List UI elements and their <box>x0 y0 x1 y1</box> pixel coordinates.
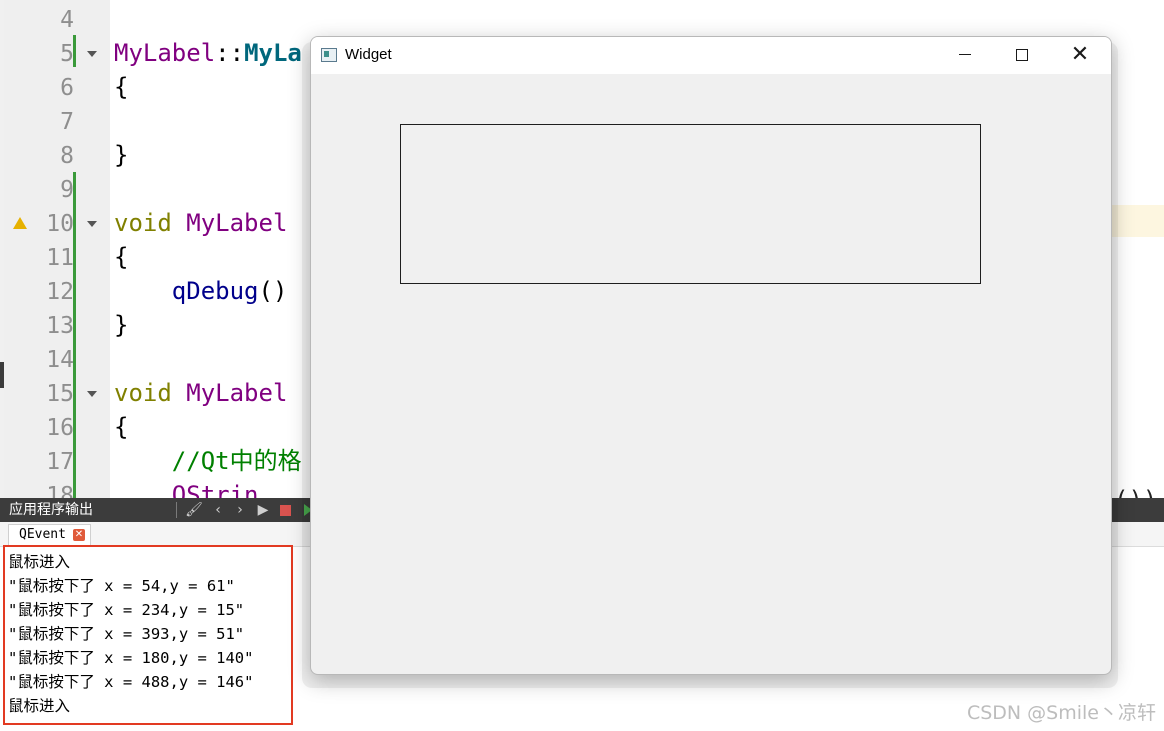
output-pane-title: 应用程序输出 <box>9 502 93 518</box>
maximize-button[interactable] <box>997 37 1047 74</box>
previous-icon[interactable]: ‹ <box>208 500 228 520</box>
app-window-icon <box>321 48 337 62</box>
gutter-line-9: 9 <box>4 173 110 207</box>
code-token: MyLabel <box>186 379 288 407</box>
gutter-line-11: 11 <box>4 241 110 275</box>
fold-arrow-icon[interactable] <box>87 221 97 227</box>
code-line: void MyLabel <box>114 376 287 410</box>
line-number: 16 <box>46 415 74 441</box>
code-token: void <box>114 209 172 237</box>
line-number: 13 <box>46 313 74 339</box>
line-number: 9 <box>60 177 74 203</box>
code-line: QStrin <box>114 478 259 498</box>
line-number: 5 <box>60 41 74 67</box>
toolbar-divider <box>176 502 177 518</box>
code-token: } <box>114 141 129 169</box>
clear-output-icon[interactable]: 🖌 <box>184 500 204 520</box>
line-number: 17 <box>46 449 74 475</box>
code-line: { <box>114 240 128 274</box>
close-button[interactable]: ✕ <box>1055 37 1105 74</box>
gutter-line-7: 7 <box>4 105 110 139</box>
gutter-line-4: 4 <box>4 3 110 37</box>
line-number: 15 <box>46 381 74 407</box>
warning-icon[interactable] <box>13 217 27 229</box>
code-token: () <box>258 277 288 305</box>
gutter-line-8: 8 <box>4 139 110 173</box>
gutter-line-14: 14 <box>4 343 110 377</box>
minimize-icon <box>959 54 971 55</box>
code-line: //Qt中的格 <box>114 444 302 478</box>
code-line: } <box>114 138 128 172</box>
gutter-line-15: 15 <box>4 377 110 411</box>
tab-qevent[interactable]: QEvent ✕ <box>8 524 91 545</box>
line-number: 7 <box>60 109 74 135</box>
watermark: CSDN @Smile丶凉轩 <box>966 702 1156 724</box>
tab-label: QEvent <box>19 527 66 542</box>
fold-arrow-icon[interactable] <box>87 391 97 397</box>
line-number: 11 <box>46 245 74 271</box>
code-line: { <box>114 410 128 444</box>
gutter-line-18: 18 <box>4 479 110 498</box>
code-token: { <box>114 243 129 271</box>
code-token: :: <box>215 39 245 67</box>
close-icon: ✕ <box>1070 42 1090 67</box>
widget-window[interactable]: Widget ✕ <box>310 36 1112 675</box>
gutter-line-16: 16 <box>4 411 110 445</box>
highlight-annotation-box <box>3 545 293 725</box>
close-tab-icon[interactable]: ✕ <box>72 529 85 541</box>
code-token: MyLabel <box>186 209 288 237</box>
modified-lines-bar <box>73 35 76 67</box>
gutter-line-6: 6 <box>4 71 110 105</box>
minimize-button[interactable] <box>940 37 990 74</box>
code-fragment: ()) <box>1114 483 1157 498</box>
code-token: QStrin <box>171 481 259 498</box>
code-token: //Qt中的格 <box>171 447 302 475</box>
code-token: { <box>114 73 129 101</box>
code-line: void MyLabel <box>114 206 287 240</box>
line-number: 12 <box>46 279 74 305</box>
code-token: MyLa <box>244 39 302 67</box>
code-line: { <box>114 70 128 104</box>
mylabel-widget[interactable] <box>400 124 981 284</box>
code-token: MyLabel <box>114 39 216 67</box>
line-number: 8 <box>60 143 74 169</box>
line-number-gutter: 4 5 6 7 8 9 10 11 12 13 14 15 16 17 18 <box>4 0 110 498</box>
code-line: qDebug() <box>114 274 288 308</box>
line-number: 18 <box>46 483 74 498</box>
gutter-line-13: 13 <box>4 309 110 343</box>
next-icon[interactable]: › <box>230 500 250 520</box>
rerun-icon[interactable]: ▶ <box>253 500 273 520</box>
line-number: 4 <box>60 7 74 33</box>
window-title: Widget <box>345 46 392 63</box>
gutter-line-17: 17 <box>4 445 110 479</box>
code-token: qDebug <box>171 277 259 305</box>
code-line: MyLabel::MyLa <box>114 36 302 70</box>
code-token: void <box>114 379 172 407</box>
gutter-line-5: 5 <box>4 37 110 71</box>
code-line: } <box>114 308 128 342</box>
window-titlebar[interactable]: Widget ✕ <box>311 37 1111 74</box>
code-token: { <box>114 413 129 441</box>
maximize-icon <box>1016 49 1028 61</box>
gutter-line-12: 12 <box>4 275 110 309</box>
modified-lines-bar <box>73 172 76 498</box>
line-number: 10 <box>46 211 74 237</box>
gutter-line-10: 10 <box>4 207 110 241</box>
fold-arrow-icon[interactable] <box>87 51 97 57</box>
code-token: } <box>114 311 129 339</box>
stop-icon[interactable] <box>280 505 291 516</box>
line-number: 14 <box>46 347 74 373</box>
line-number: 6 <box>60 75 74 101</box>
